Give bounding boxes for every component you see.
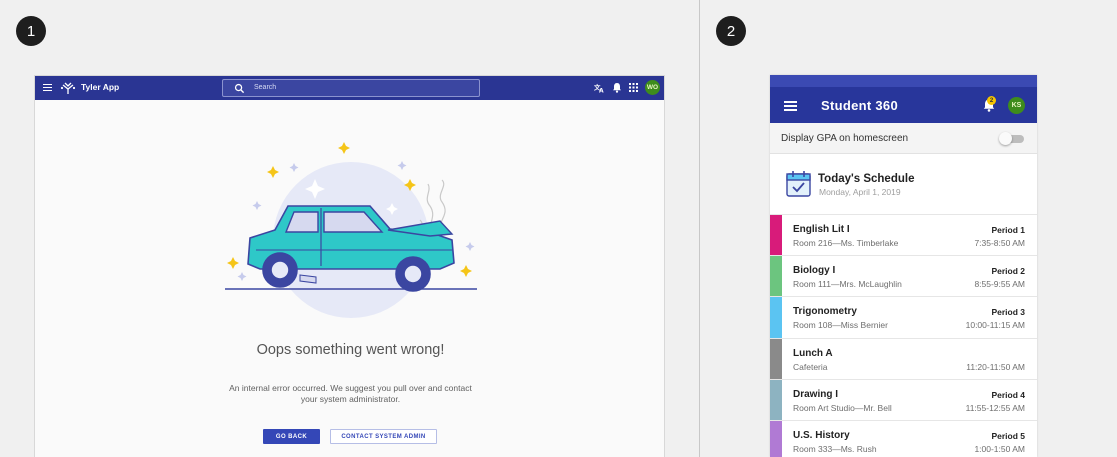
class-name: Drawing I: [793, 388, 839, 400]
class-row[interactable]: Lunch A Cafeteria 11:20-11:50 AM: [770, 338, 1037, 380]
class-name: U.S. History: [793, 429, 850, 441]
class-name: Trigonometry: [793, 306, 857, 318]
canvas: 1 2 Tyler App Search 文A WO Oops somethin…: [0, 0, 1117, 457]
class-time: 10:00-11:15 AM: [965, 320, 1025, 331]
class-period: Period 1: [991, 225, 1025, 235]
class-time: 1:00-1:50 AM: [974, 443, 1025, 454]
step-badge-1: 1: [16, 16, 46, 46]
class-color-bar: [770, 338, 782, 379]
class-room: Room Art Studio—Mr. Bell: [793, 402, 892, 413]
class-name: Biology I: [793, 265, 836, 277]
class-name: Lunch A: [793, 347, 833, 359]
notification-count-badge: 2: [987, 96, 996, 105]
mobile-screen: Student 360 2 KS Display GPA on homescre…: [770, 75, 1037, 457]
app-title: Tyler App: [81, 82, 120, 92]
class-row[interactable]: Biology I Room 111—Mrs. McLaughlin Period …: [770, 256, 1037, 298]
app-bar-actions: 文A WO: [594, 80, 660, 95]
class-row[interactable]: English Lit I Room 216—Ms. Timberlake Peri…: [770, 215, 1037, 257]
calendar-icon: [786, 171, 811, 197]
apps-grid-icon[interactable]: [628, 82, 639, 93]
schedule-header: Today's Schedule Monday, April 1, 2019: [770, 154, 1037, 215]
go-back-button[interactable]: GO BACK: [263, 429, 320, 444]
menu-icon[interactable]: [784, 101, 797, 111]
class-period: Period 2: [991, 266, 1025, 277]
mobile-app-bar: Student 360 2 KS: [770, 87, 1037, 123]
class-row[interactable]: Drawing I Room Art Studio—Mr. Bell Period …: [770, 379, 1037, 421]
toggle-knob: [999, 132, 1012, 145]
class-time: 11:55-12:55 AM: [965, 402, 1025, 413]
status-bar: [770, 75, 1037, 87]
search-icon: [234, 83, 245, 94]
class-color-bar: [770, 420, 782, 457]
app-title: Student 360: [821, 98, 898, 113]
notifications-icon[interactable]: [611, 82, 622, 93]
class-room: Room 216—Ms. Timberlake: [793, 238, 899, 248]
desktop-window: Tyler App Search 文A WO Oops something we…: [34, 75, 665, 457]
class-room: Room 333—Ms. Rush: [793, 443, 877, 454]
contact-admin-button[interactable]: CONTACT SYSTEM ADMIN: [330, 429, 437, 444]
error-message-line: An internal error occurred. We suggest y…: [229, 383, 472, 393]
class-color-bar: [770, 297, 782, 338]
class-time: 7:35-8:50 AM: [974, 238, 1025, 248]
error-message-line: your system administrator.: [300, 393, 401, 404]
menu-icon[interactable]: [43, 84, 52, 91]
gpa-setting-row: Display GPA on homescreen: [770, 123, 1037, 154]
error-message: An internal error occurred. We suggest y…: [215, 383, 486, 404]
class-color-bar: [770, 379, 782, 420]
class-time: 8:55-9:55 AM: [974, 279, 1025, 290]
class-color-bar: [770, 215, 782, 256]
gpa-toggle-label: Display GPA on homescreen: [781, 133, 909, 144]
translate-icon[interactable]: 文A: [594, 82, 605, 93]
step-badge-2: 2: [716, 16, 746, 46]
class-period: Period 3: [991, 307, 1025, 318]
schedule-title: Today's Schedule: [818, 173, 915, 185]
class-row[interactable]: U.S. History Room 333—Ms. Rush Period 5 1:0…: [770, 420, 1037, 457]
desktop-app-bar: Tyler App Search 文A WO: [35, 76, 664, 100]
error-title: Oops something went wrong!: [256, 342, 445, 358]
class-name: English Lit I: [793, 224, 850, 235]
gpa-toggle[interactable]: [999, 132, 1024, 145]
search-placeholder: Search: [254, 84, 277, 91]
class-period: Period 4: [991, 389, 1025, 400]
search-input[interactable]: Search: [222, 79, 480, 97]
panel-divider: [699, 0, 700, 457]
class-room: Room 111—Mrs. McLaughlin: [793, 279, 902, 290]
class-period: Period 5: [991, 430, 1025, 441]
avatar[interactable]: KS: [1008, 97, 1025, 114]
class-list: English Lit I Room 216—Ms. Timberlake Peri…: [770, 215, 1037, 457]
class-row[interactable]: Trigonometry Room 108—Miss Bernier Period …: [770, 297, 1037, 339]
class-room: Room 108—Miss Bernier: [793, 320, 888, 331]
schedule-date: Monday, April 1, 2019: [819, 187, 901, 197]
class-time: 11:20-11:50 AM: [966, 361, 1025, 372]
tyler-logo-icon: [60, 82, 76, 94]
class-color-bar: [770, 256, 782, 297]
svg-text:A: A: [599, 88, 604, 93]
broken-car-illustration: [225, 142, 477, 318]
avatar[interactable]: WO: [645, 80, 660, 95]
class-room: Cafeteria: [793, 361, 828, 372]
